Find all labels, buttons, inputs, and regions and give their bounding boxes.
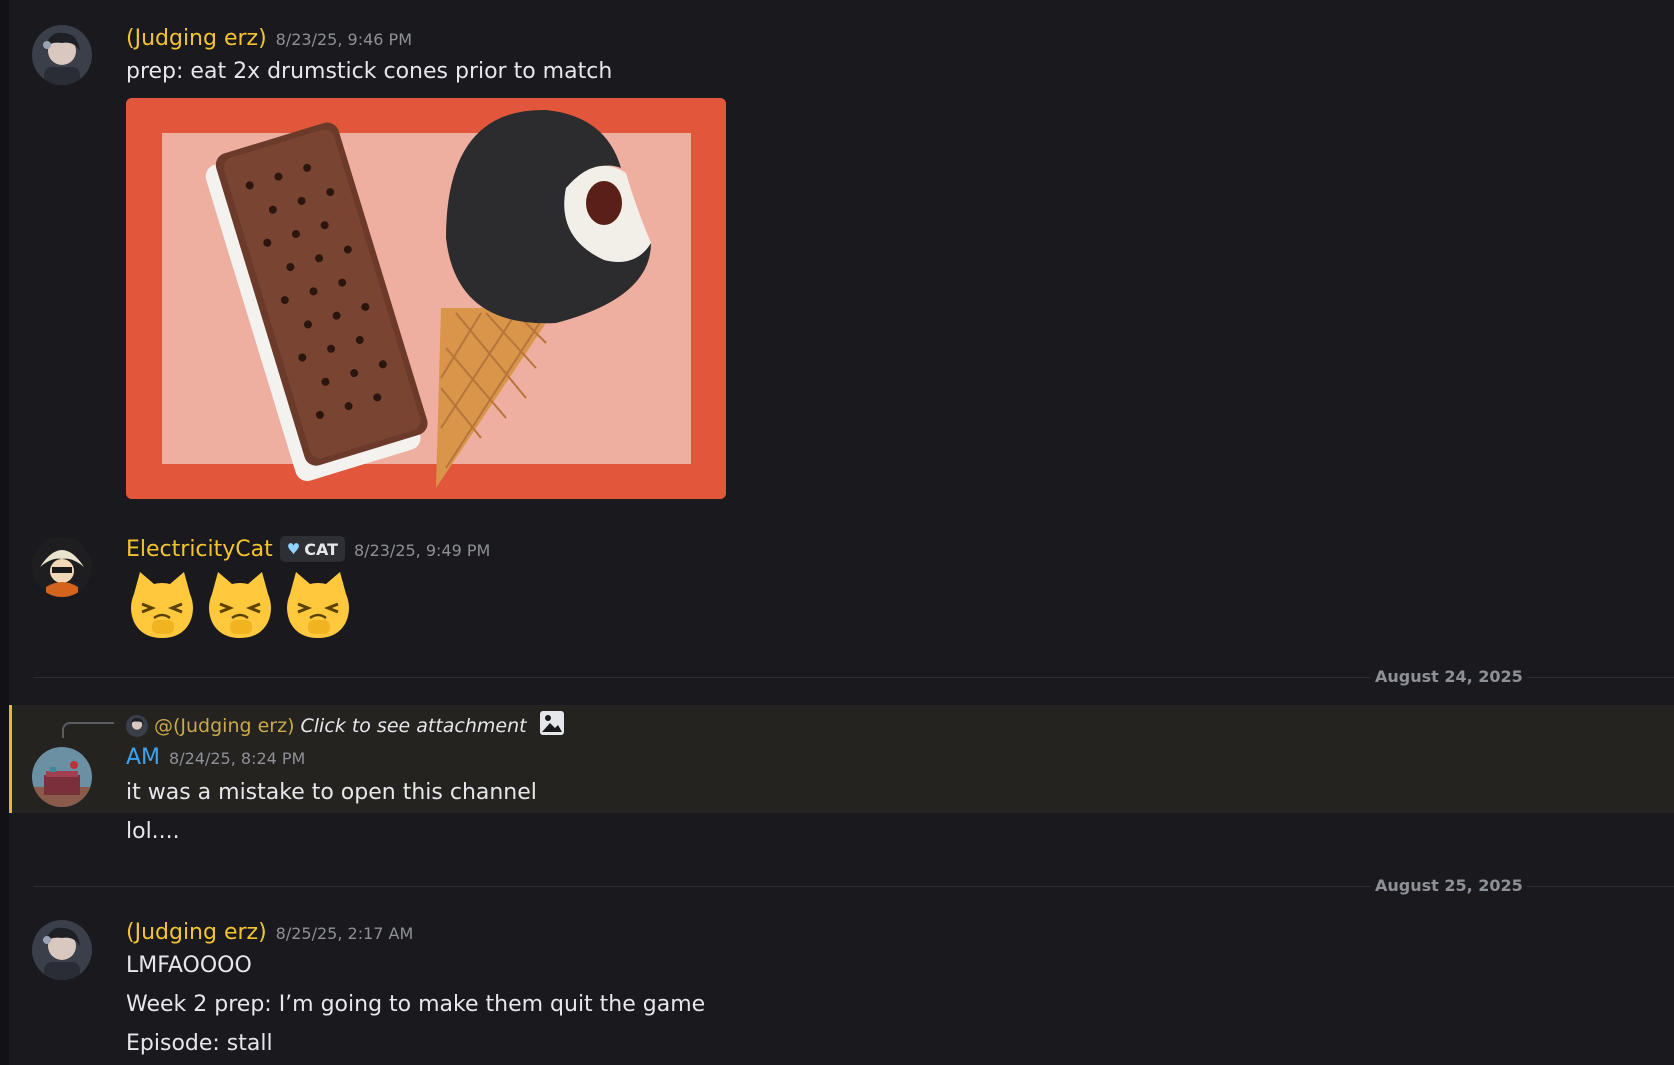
heart-icon: ♥	[286, 540, 301, 558]
username[interactable]: (Judging erz)	[126, 920, 267, 945]
username[interactable]: (Judging erz)	[126, 26, 267, 51]
reply-preview[interactable]: @(Judging erz) Click to see attachment	[126, 710, 565, 741]
avatar-am[interactable]	[32, 747, 92, 807]
message-text: LMFAOOOO	[126, 953, 252, 978]
avatar-electricitycat[interactable]	[32, 537, 92, 597]
reply-mention[interactable]: @(Judging erz)	[154, 715, 295, 737]
image-icon	[539, 710, 565, 741]
avatar-judging-erz[interactable]	[32, 920, 92, 980]
message-text: it was a mistake to open this channel	[126, 780, 537, 805]
message-text: prep: eat 2x drumstick cones prior to ma…	[126, 59, 613, 84]
role-badge-label: CAT	[304, 539, 338, 559]
timestamp[interactable]: 8/23/25, 9:49 PM	[354, 541, 490, 560]
reply-text[interactable]: Click to see attachment	[301, 715, 527, 737]
timestamp[interactable]: 8/23/25, 9:46 PM	[276, 30, 412, 49]
reply-avatar	[126, 714, 148, 737]
message-text: Episode: stall	[126, 1031, 273, 1056]
username[interactable]: ElectricityCat	[126, 537, 273, 562]
timestamp[interactable]: 8/24/25, 8:24 PM	[169, 749, 305, 768]
message-text: Week 2 prep: I’m going to make them quit…	[126, 992, 706, 1017]
date-divider-label: August 24, 2025	[1371, 667, 1527, 686]
cat-laugh-emoji[interactable]	[126, 568, 198, 640]
cat-laugh-emoji[interactable]	[282, 568, 354, 640]
role-badge[interactable]: ♥ CAT	[279, 536, 345, 562]
message-text: lol....	[126, 819, 180, 844]
avatar-judging-erz[interactable]	[32, 25, 92, 85]
image-attachment[interactable]	[126, 98, 726, 499]
reply-spine	[62, 722, 114, 738]
username[interactable]: AM	[126, 745, 160, 770]
timestamp[interactable]: 8/25/25, 2:17 AM	[276, 924, 414, 943]
cat-laugh-emoji[interactable]	[204, 568, 276, 640]
date-divider-label: August 25, 2025	[1371, 876, 1527, 895]
chat-message-list[interactable]: (Judging erz) 8/23/25, 9:46 PM prep: eat…	[0, 0, 1674, 1065]
